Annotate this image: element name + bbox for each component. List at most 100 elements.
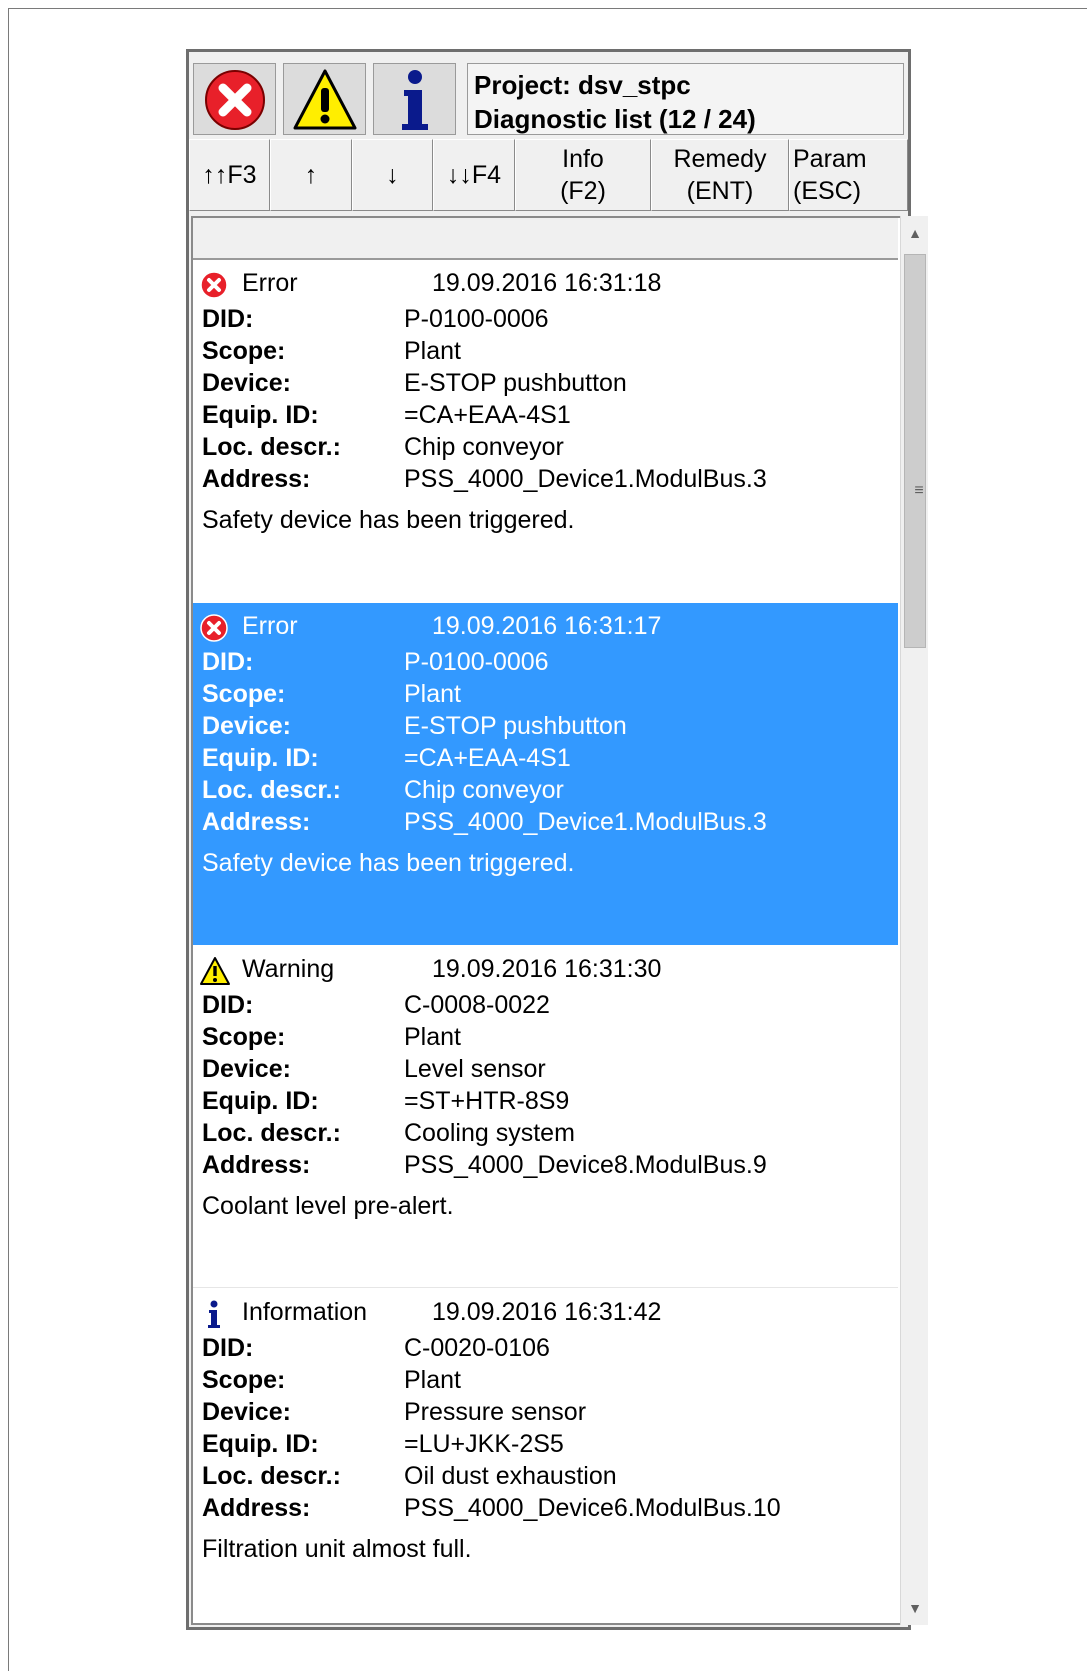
scroll-up-arrow-icon[interactable]: ▲	[901, 218, 929, 248]
error-filter-button[interactable]	[193, 63, 276, 135]
list-counter: Diagnostic list (12 / 24)	[474, 104, 756, 134]
scrollbar-thumb[interactable]: ≡	[904, 254, 926, 648]
field-value: PSS_4000_Device8.ModulBus.9	[404, 1151, 767, 1179]
field-label: Loc. descr.:	[202, 776, 341, 804]
field-value: E-STOP pushbutton	[404, 369, 627, 397]
field-label: Equip. ID:	[202, 1430, 319, 1458]
remedy-button-label: Remedy	[673, 145, 767, 173]
warning-icon	[293, 69, 357, 130]
scroll-down-arrow-icon[interactable]: ▼	[901, 1593, 929, 1623]
header: Project: dsv_stpc Diagnostic list (12 / …	[193, 63, 904, 135]
remedy-button-key: (ENT)	[686, 177, 754, 205]
list-item[interactable]: Error 19.09.2016 16:31:17 DID: P-0100-0006 S…	[193, 603, 898, 945]
entry-type: Error	[242, 269, 298, 297]
field-label: Device:	[202, 1398, 291, 1426]
field-label: DID:	[202, 1334, 254, 1362]
field-label: Loc. descr.:	[202, 1462, 341, 1490]
scroll-up-button[interactable]: ↑	[270, 139, 352, 211]
field-label: Equip. ID:	[202, 1087, 319, 1115]
up-arrow-icon: ↑	[304, 161, 318, 189]
field-value: C-0020-0106	[404, 1334, 550, 1362]
entry-timestamp: 19.09.2016 16:31:42	[432, 1298, 662, 1326]
list-item[interactable]: Warning 19.09.2016 16:31:30 DID: C-0008-002…	[193, 946, 898, 1288]
entry-timestamp: 19.09.2016 16:31:30	[432, 955, 662, 983]
field-label: Equip. ID:	[202, 401, 319, 429]
info-button[interactable]: Info (F2)	[515, 139, 651, 211]
entry-timestamp: 19.09.2016 16:31:17	[432, 612, 662, 640]
field-label: Device:	[202, 369, 291, 397]
info-button-key: (F2)	[560, 177, 606, 205]
diagnostic-panel: Project: dsv_stpc Diagnostic list (12 / …	[186, 49, 928, 1630]
warning-filter-button[interactable]	[283, 63, 366, 135]
field-value: Pressure sensor	[404, 1398, 587, 1426]
field-value: =ST+HTR-8S9	[404, 1087, 570, 1115]
field-label: Device:	[202, 712, 291, 740]
entry-message: Safety device has been triggered.	[202, 849, 575, 877]
down-arrow-icon: ↓	[386, 161, 399, 189]
field-label: Scope:	[202, 337, 286, 365]
list-item[interactable]: Information 19.09.2016 16:31:42 DID: C-0020…	[193, 1289, 898, 1623]
entry-type: Error	[242, 612, 298, 640]
vertical-scrollbar[interactable]: ▲ ≡ ▼	[900, 216, 928, 1625]
field-value: =LU+JKK-2S5	[404, 1430, 564, 1458]
field-value: Chip conveyor	[404, 776, 564, 804]
field-label: Scope:	[202, 680, 286, 708]
entry-type: Warning	[242, 955, 335, 983]
list-top-bar	[193, 218, 898, 260]
project-name: Project: dsv_stpc	[474, 70, 691, 100]
field-value: Cooling system	[404, 1119, 575, 1147]
param-button[interactable]: Param (ESC)	[789, 139, 908, 211]
field-value: Plant	[404, 1023, 461, 1051]
field-label: Equip. ID:	[202, 744, 319, 772]
list-item[interactable]: Error 19.09.2016 16:31:18 DID: P-0100-0006 S…	[193, 260, 898, 602]
field-value: C-0008-0022	[404, 991, 550, 1019]
toolbar: ↑↑ F3 ↑ ↓ ↓↓ F4 Info (F2) Remedy (ENT) Par…	[189, 139, 908, 211]
field-label: Address:	[202, 1151, 311, 1179]
field-label: Scope:	[202, 1366, 286, 1394]
entry-message: Filtration unit almost full.	[202, 1535, 472, 1563]
param-button-label: Param	[793, 145, 867, 173]
field-value: Plant	[404, 1366, 461, 1394]
field-label: DID:	[202, 991, 254, 1019]
info-filter-button[interactable]	[373, 63, 456, 135]
field-label: DID:	[202, 648, 254, 676]
info-icon	[402, 70, 428, 130]
field-value: Level sensor	[404, 1055, 546, 1083]
field-value: Plant	[404, 680, 461, 708]
diagnostic-list[interactable]: Error 19.09.2016 16:31:18 DID: P-0100-0006 S…	[191, 216, 900, 1625]
field-label: Address:	[202, 808, 311, 836]
field-value: =CA+EAA-4S1	[404, 744, 571, 772]
field-label: Address:	[202, 465, 311, 493]
jump-last-button[interactable]: ↓↓ F4	[433, 139, 515, 211]
field-value: PSS_4000_Device6.ModulBus.10	[404, 1494, 781, 1522]
field-value: PSS_4000_Device1.ModulBus.3	[404, 465, 767, 493]
scroll-down-button[interactable]: ↓	[352, 139, 433, 211]
field-value: P-0100-0006	[404, 305, 549, 333]
field-value: Oil dust exhaustion	[404, 1462, 617, 1490]
entry-message: Coolant level pre-alert.	[202, 1192, 454, 1220]
field-value: PSS_4000_Device1.ModulBus.3	[404, 808, 767, 836]
field-value: =CA+EAA-4S1	[404, 401, 571, 429]
error-icon	[205, 70, 265, 130]
jump-first-key: F3	[227, 161, 257, 189]
field-label: Address:	[202, 1494, 311, 1522]
entry-type: Information	[242, 1298, 368, 1326]
field-value: P-0100-0006	[404, 648, 549, 676]
double-up-arrow-icon: ↑↑	[202, 161, 228, 189]
field-label: Loc. descr.:	[202, 433, 341, 461]
header-title: Project: dsv_stpc Diagnostic list (12 / …	[467, 63, 904, 135]
param-button-key: (ESC)	[793, 177, 862, 205]
entry-timestamp: 19.09.2016 16:31:18	[432, 269, 662, 297]
field-label: Loc. descr.:	[202, 1119, 341, 1147]
field-label: Device:	[202, 1055, 291, 1083]
grip-icon: ≡	[914, 482, 924, 499]
info-button-label: Info	[562, 145, 604, 173]
jump-last-key: F4	[471, 161, 502, 189]
field-label: DID:	[202, 305, 254, 333]
field-label: Scope:	[202, 1023, 286, 1051]
remedy-button[interactable]: Remedy (ENT)	[651, 139, 789, 211]
jump-first-button[interactable]: ↑↑ F3	[189, 139, 270, 211]
double-down-arrow-icon: ↓↓	[446, 161, 472, 189]
field-value: Chip conveyor	[404, 433, 564, 461]
field-value: Plant	[404, 337, 461, 365]
